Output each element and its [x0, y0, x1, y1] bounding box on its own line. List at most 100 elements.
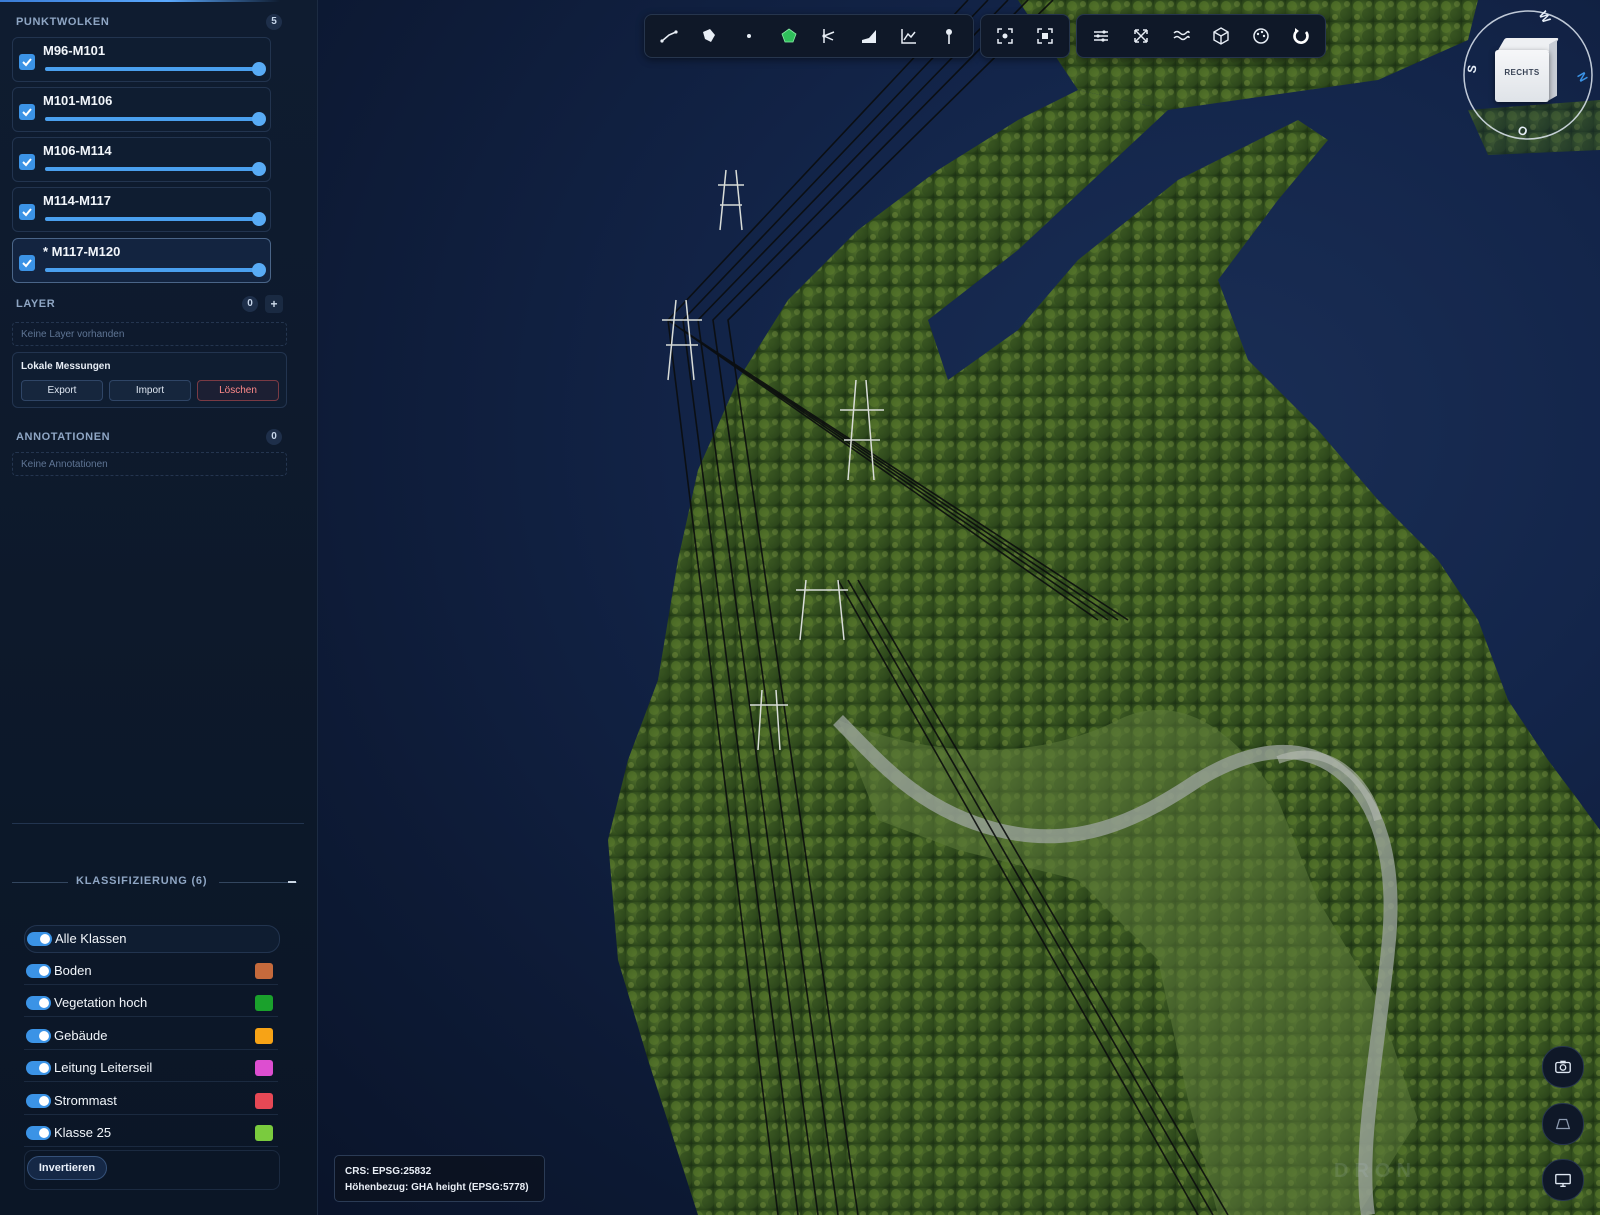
- opacity-slider-thumb[interactable]: [252, 212, 266, 226]
- classification-row[interactable]: Vegetation hoch: [24, 990, 278, 1017]
- check-icon: [22, 108, 32, 117]
- class-toggle[interactable]: [26, 1093, 51, 1108]
- pointcloud-item[interactable]: * M117-M120: [12, 238, 271, 283]
- color-scheme-button[interactable]: [1241, 18, 1281, 54]
- settings-sliders-button[interactable]: [1081, 18, 1121, 54]
- watermark-logo: DRON: [1334, 1160, 1417, 1182]
- class-toggle[interactable]: [26, 1028, 51, 1043]
- transform-button[interactable]: [1121, 18, 1161, 54]
- rotate-icon: [1293, 28, 1309, 44]
- opacity-slider[interactable]: [45, 162, 266, 176]
- clip-box-button[interactable]: [1201, 18, 1241, 54]
- area-measure-button[interactable]: [689, 18, 729, 54]
- pointcloud-name: M101-M106: [43, 93, 113, 108]
- class-color-swatch[interactable]: [255, 995, 273, 1011]
- opacity-slider[interactable]: [45, 212, 266, 226]
- waves-icon: [1173, 30, 1190, 41]
- class-label: Boden: [54, 962, 92, 978]
- pointcloud-checkbox[interactable]: [19, 255, 35, 271]
- opacity-slider[interactable]: [45, 62, 266, 76]
- pin-icon: [946, 29, 952, 44]
- angle-measure-button[interactable]: [809, 18, 849, 54]
- pointcloud-name: M96-M101: [43, 43, 106, 58]
- focus-button[interactable]: [985, 18, 1025, 54]
- polygon-button[interactable]: [769, 18, 809, 54]
- pointcloud-item[interactable]: M114-M117: [12, 187, 271, 232]
- classification-row[interactable]: Boden: [24, 958, 278, 985]
- annotation-pin-button[interactable]: [929, 18, 969, 54]
- opacity-slider-thumb[interactable]: [252, 162, 266, 176]
- layer-count: 0: [242, 296, 258, 312]
- invert-row: Invertieren: [24, 1150, 280, 1190]
- opacity-slider-fill: [45, 67, 259, 71]
- opacity-slider-fill: [45, 268, 259, 272]
- annotationen-empty-state: Keine Annotationen: [12, 452, 287, 476]
- class-color-swatch[interactable]: [255, 1125, 273, 1141]
- height-profile-icon: [862, 30, 876, 43]
- class-label: Vegetation hoch: [54, 995, 148, 1010]
- class-label: Klasse 25: [54, 1125, 112, 1140]
- class-toggle[interactable]: [27, 932, 52, 946]
- opacity-slider-thumb[interactable]: [252, 112, 266, 126]
- classification-row[interactable]: Klasse 25: [24, 1120, 278, 1147]
- screen-icon: [1555, 1173, 1571, 1187]
- classification-row[interactable]: Leitung Leiterseil: [24, 1055, 278, 1082]
- invert-button[interactable]: Invertieren: [27, 1156, 107, 1180]
- pointcloud-item[interactable]: M106-M114: [12, 137, 271, 182]
- area-polygon-icon: [703, 29, 715, 42]
- classification-row[interactable]: Alle Klassen: [24, 925, 280, 953]
- pointcloud-checkbox[interactable]: [19, 204, 35, 220]
- pointcloud-name: * M117-M120: [43, 244, 121, 259]
- screenshot-button[interactable]: [1542, 1046, 1584, 1088]
- perspective-button[interactable]: [1542, 1103, 1584, 1145]
- export-button[interactable]: Export: [21, 380, 103, 401]
- class-toggle[interactable]: [26, 1126, 51, 1140]
- point-measure-button[interactable]: [729, 18, 769, 54]
- classification-row[interactable]: Gebäude: [24, 1023, 278, 1050]
- opacity-slider-thumb[interactable]: [252, 263, 266, 277]
- sliders-icon: [1094, 30, 1108, 42]
- pointcloud-checkbox[interactable]: [19, 154, 35, 170]
- view-cube[interactable]: RECHTS: [1493, 38, 1560, 110]
- opacity-slider-fill: [45, 117, 259, 121]
- height-profile-button[interactable]: [849, 18, 889, 54]
- fullscreen-button[interactable]: [1542, 1159, 1584, 1201]
- klassifizierung-title: KLASSIFIZIERUNG (6): [76, 875, 208, 887]
- punktwolken-heading: PUNKTWOLKEN: [16, 16, 110, 28]
- class-color-swatch[interactable]: [255, 1027, 273, 1044]
- collapse-icon[interactable]: [288, 881, 296, 883]
- class-color-swatch[interactable]: [255, 1092, 273, 1109]
- import-button[interactable]: Import: [109, 380, 191, 401]
- pointcloud-checkbox[interactable]: [19, 54, 35, 70]
- class-toggle[interactable]: [26, 963, 51, 978]
- opacity-slider[interactable]: [45, 263, 266, 277]
- contour-button[interactable]: [1161, 18, 1201, 54]
- toolbar-group-tools: [1076, 14, 1326, 58]
- distance-measure-button[interactable]: [649, 18, 689, 54]
- pointcloud-checkbox[interactable]: [19, 104, 35, 120]
- add-layer-button[interactable]: +: [265, 295, 283, 313]
- profile-chart-button[interactable]: [889, 18, 929, 54]
- local-measurements-panel: Lokale Messungen Export Import Löschen: [12, 352, 287, 408]
- class-toggle[interactable]: [26, 1061, 51, 1075]
- line-chart-icon: [901, 29, 916, 44]
- class-color-swatch[interactable]: [255, 1060, 273, 1076]
- frame-button[interactable]: [1025, 18, 1065, 54]
- height-reference-line: Höhenbezug: GHA height (EPSG:5778): [345, 1182, 529, 1193]
- reset-rotation-button[interactable]: [1281, 18, 1321, 54]
- heading-line-left: [12, 882, 68, 883]
- class-toggle[interactable]: [26, 996, 51, 1010]
- class-label: Alle Klassen: [55, 931, 127, 946]
- classification-row[interactable]: Strommast: [24, 1088, 278, 1115]
- delete-button[interactable]: Löschen: [197, 380, 279, 401]
- opacity-slider[interactable]: [45, 112, 266, 126]
- pointcloud-viewport[interactable]: W N S O RECHTS DRON: [318, 0, 1600, 1215]
- class-label: Leitung Leiterseil: [54, 1060, 153, 1075]
- opacity-slider-thumb[interactable]: [252, 62, 266, 76]
- pointcloud-item[interactable]: M101-M106: [12, 87, 271, 132]
- pointcloud-item[interactable]: M96-M101: [12, 37, 271, 82]
- class-color-swatch[interactable]: [255, 962, 273, 979]
- pointcloud-scene[interactable]: [318, 0, 1600, 1215]
- perspective-icon: [1555, 1118, 1571, 1130]
- layer-heading: LAYER: [16, 298, 56, 310]
